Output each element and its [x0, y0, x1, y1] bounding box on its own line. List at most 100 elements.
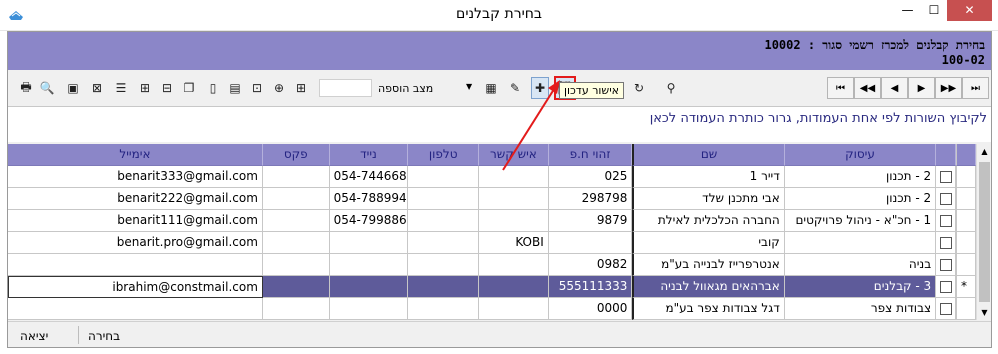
cell-fax[interactable]	[262, 166, 330, 188]
table-row[interactable]: בניה אנטרפרייז לבנייה בע"מ 0982	[8, 254, 976, 276]
cell-mobile[interactable]: 054-7446682	[329, 166, 409, 188]
cell-phone[interactable]	[408, 166, 480, 188]
exit-button[interactable]: יציאה	[20, 329, 48, 343]
copy-icon[interactable]: ❐	[180, 77, 198, 99]
cell-fax[interactable]	[262, 232, 330, 254]
cell-mobile[interactable]	[329, 254, 409, 276]
cell-name[interactable]: קובי	[632, 232, 785, 254]
cell-mobile[interactable]: 054-7998861	[329, 210, 409, 232]
cell-name[interactable]: החברה הכלכלית לאילת	[632, 210, 785, 232]
row-checkbox[interactable]	[939, 192, 952, 205]
cell-biz[interactable]	[784, 232, 937, 254]
cell-mobile[interactable]: 054-7889942	[329, 188, 409, 210]
cell-name[interactable]: דייר 1	[632, 166, 785, 188]
cell-mobile[interactable]	[329, 298, 409, 320]
cell-name[interactable]: אבי מתכנן שלד	[632, 188, 785, 210]
cell-phone[interactable]	[408, 210, 480, 232]
cell-contact[interactable]	[479, 188, 549, 210]
cell-contact[interactable]	[479, 298, 549, 320]
cell-mobile[interactable]	[329, 276, 409, 298]
cell-name[interactable]: אנטרפרייז לבנייה בע"מ	[632, 254, 785, 276]
cell-fax[interactable]	[262, 254, 330, 276]
scroll-up-icon[interactable]: ▲	[977, 144, 991, 159]
scroll-thumb[interactable]	[979, 162, 990, 302]
mode-dropdown-icon[interactable]: ▼	[466, 82, 472, 91]
nav-prev-page-button[interactable]: ◀◀	[854, 77, 881, 99]
cell-name[interactable]: דגל צבודות צפר בע"מ	[632, 298, 785, 320]
cell-contact[interactable]: KOBI	[479, 232, 549, 254]
scroll-down-icon[interactable]: ▼	[977, 305, 991, 320]
row-checkbox[interactable]	[939, 280, 952, 293]
table-row[interactable]: 2 - תכנון אבי מתכנן שלד 298798 054-7889942 b…	[8, 188, 976, 210]
minimize-button[interactable]: —	[894, 0, 921, 21]
cell-phone[interactable]	[408, 276, 480, 298]
row-checkbox[interactable]	[939, 302, 952, 315]
cell-biz[interactable]: בניה	[784, 254, 937, 276]
cell-biz[interactable]: 2 - תכנון	[784, 188, 937, 210]
group-icon[interactable]: ⊟	[158, 77, 176, 99]
cell-id[interactable]: 0982	[548, 254, 633, 276]
column-email[interactable]: אימייל	[8, 144, 263, 166]
cell-email[interactable]	[8, 254, 263, 276]
nav-next-page-button[interactable]: ▶▶	[935, 77, 962, 99]
page-icon[interactable]: ▯	[204, 77, 222, 99]
nav-first-button[interactable]: ⏮	[827, 77, 854, 99]
table-row[interactable]: צבודות צפר דגל צבודות צפר בע"מ 0000	[8, 298, 976, 320]
vertical-scrollbar[interactable]: ▲ ▼	[976, 144, 991, 320]
nav-last-button[interactable]: ⏭	[962, 77, 989, 99]
cell-email[interactable]	[8, 298, 263, 320]
cell-email[interactable]: benarit111@gmail.com	[8, 210, 263, 232]
row-checkbox[interactable]	[939, 170, 952, 183]
cell-email[interactable]: ibrahim@constmail.com	[8, 276, 263, 298]
cell-id[interactable]: 0000	[548, 298, 633, 320]
table-row[interactable]: קובי KOBI benarit.pro@gmail.com	[8, 232, 976, 254]
cell-phone[interactable]	[408, 188, 480, 210]
table-row[interactable]: * 3 - קבלנים אברהאים מגאוול לבניה 555111333…	[8, 276, 976, 298]
fit-icon[interactable]: ⊕	[270, 77, 288, 99]
cell-name[interactable]: אברהאים מגאוול לבניה	[632, 276, 785, 298]
cell-fax[interactable]	[262, 298, 330, 320]
cell-phone[interactable]	[408, 254, 480, 276]
cell-biz[interactable]: צבודות צפר	[784, 298, 937, 320]
cell-fax[interactable]	[262, 188, 330, 210]
select-button[interactable]: בחירה	[88, 329, 120, 343]
row-checkbox[interactable]	[939, 236, 952, 249]
nav-prev-button[interactable]: ◀	[881, 77, 908, 99]
column-name[interactable]: שם	[632, 144, 785, 166]
export-excel-icon[interactable]: ⊠	[88, 77, 106, 99]
print-icon[interactable]: 🖶	[17, 77, 35, 99]
form-icon[interactable]: ▤	[226, 77, 244, 99]
cell-fax[interactable]	[262, 276, 330, 298]
cell-biz[interactable]: 1 - חכ"א - ניהול פרויקטים	[784, 210, 937, 232]
grid-settings-icon[interactable]: ⊞	[292, 77, 310, 99]
cell-email[interactable]: benarit222@gmail.com	[8, 188, 263, 210]
close-button[interactable]: ✕	[947, 0, 992, 21]
cell-phone[interactable]	[408, 298, 480, 320]
binoculars-icon[interactable]: ⚲	[662, 77, 680, 99]
cell-phone[interactable]	[408, 232, 480, 254]
cell-contact[interactable]	[479, 254, 549, 276]
cell-email[interactable]: benarit333@gmail.com	[8, 166, 263, 188]
columns-icon[interactable]: ☰	[112, 77, 130, 99]
column-fax[interactable]: פקס	[262, 144, 330, 166]
cell-biz[interactable]: 2 - תכנון	[784, 166, 937, 188]
cell-contact[interactable]	[479, 210, 549, 232]
row-checkbox[interactable]	[939, 214, 952, 227]
cell-contact[interactable]	[479, 276, 549, 298]
mode-field[interactable]	[319, 79, 372, 97]
layout-icon[interactable]: ⊡	[248, 77, 266, 99]
cell-id[interactable]: 298798	[548, 188, 633, 210]
nav-next-button[interactable]: ▶	[908, 77, 935, 99]
refresh-icon[interactable]: ↻	[630, 77, 648, 99]
print-preview-icon[interactable]: 🔍	[38, 77, 56, 99]
column-phone[interactable]: טלפון	[408, 144, 480, 166]
cell-id[interactable]: 9879	[548, 210, 633, 232]
cell-id[interactable]: 555111333	[548, 276, 633, 298]
row-checkbox[interactable]	[939, 258, 952, 271]
table-row[interactable]: 1 - חכ"א - ניהול פרויקטים החברה הכלכלית ל…	[8, 210, 976, 232]
cell-mobile[interactable]	[329, 232, 409, 254]
tree-icon[interactable]: ⊞	[136, 77, 154, 99]
column-mobile[interactable]: נייד	[329, 144, 409, 166]
cell-email[interactable]: benarit.pro@gmail.com	[8, 232, 263, 254]
maximize-button[interactable]: ☐	[921, 0, 947, 21]
